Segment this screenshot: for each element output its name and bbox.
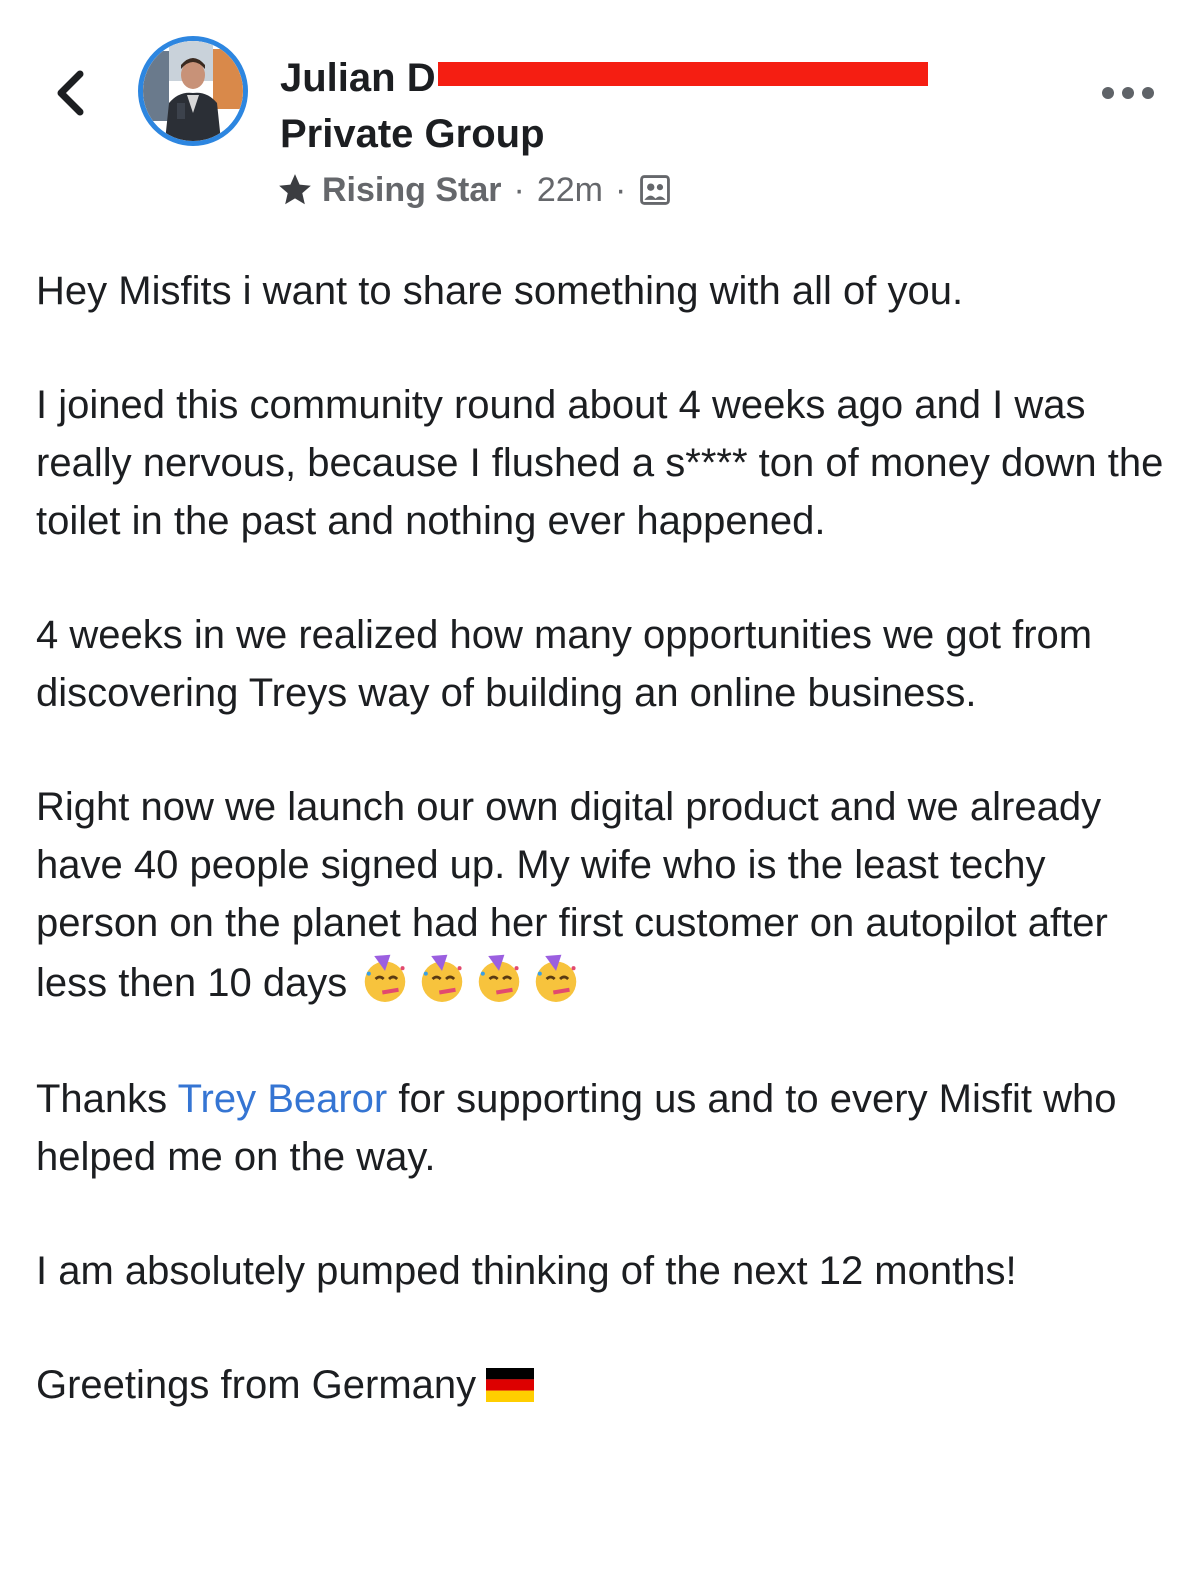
- post-paragraph: 4 weeks in we realized how many opportun…: [36, 613, 1093, 715]
- partying-face-emoji: [536, 954, 577, 1002]
- member-badge[interactable]: Rising Star: [322, 171, 501, 210]
- partying-face-emoji: [479, 954, 520, 1002]
- avatar[interactable]: [138, 36, 248, 146]
- meta-separator: ·: [513, 170, 525, 209]
- post-text: Thanks: [36, 1077, 178, 1121]
- post-paragraph: Thanks Trey Bearor for supporting us and…: [36, 1070, 1166, 1186]
- meta-separator: ·: [614, 170, 627, 209]
- post-paragraph: Hey Misfits i want to share something wi…: [36, 269, 964, 313]
- mention-link[interactable]: Trey Bearor: [178, 1077, 388, 1121]
- post-paragraph: Right now we launch our own digital prod…: [36, 778, 1166, 1012]
- post-header: Julian D Private Group Rising Star · 22m…: [0, 0, 1200, 230]
- post-meta: Rising Star · 22m ·: [276, 164, 672, 216]
- author-name[interactable]: Julian D: [280, 50, 436, 106]
- avatar-photo: [143, 41, 243, 141]
- group-audience-icon: [640, 175, 671, 205]
- group-label[interactable]: Private Group: [280, 106, 545, 162]
- post-body: Hey Misfits i want to share something wi…: [36, 262, 1166, 1414]
- post-paragraph: I am absolutely pumped thinking of the n…: [36, 1249, 1017, 1293]
- partying-face-emoji: [422, 954, 463, 1002]
- star-icon: [279, 174, 311, 205]
- post-paragraph-text: Greetings from Germany: [36, 1363, 477, 1407]
- partying-face-emoji: [365, 954, 406, 1002]
- post-paragraph: I joined this community round about 4 we…: [36, 383, 1164, 543]
- redaction-bar: [438, 62, 928, 86]
- more-options-button[interactable]: [1096, 78, 1160, 108]
- post-paragraph: Greetings from Germany: [36, 1356, 1166, 1414]
- germany-flag-emoji: [486, 1368, 535, 1402]
- more-horizontal-icon: [1102, 87, 1154, 99]
- timestamp[interactable]: 22m: [537, 171, 603, 210]
- chevron-left-icon: [57, 70, 84, 116]
- back-button[interactable]: [40, 58, 100, 128]
